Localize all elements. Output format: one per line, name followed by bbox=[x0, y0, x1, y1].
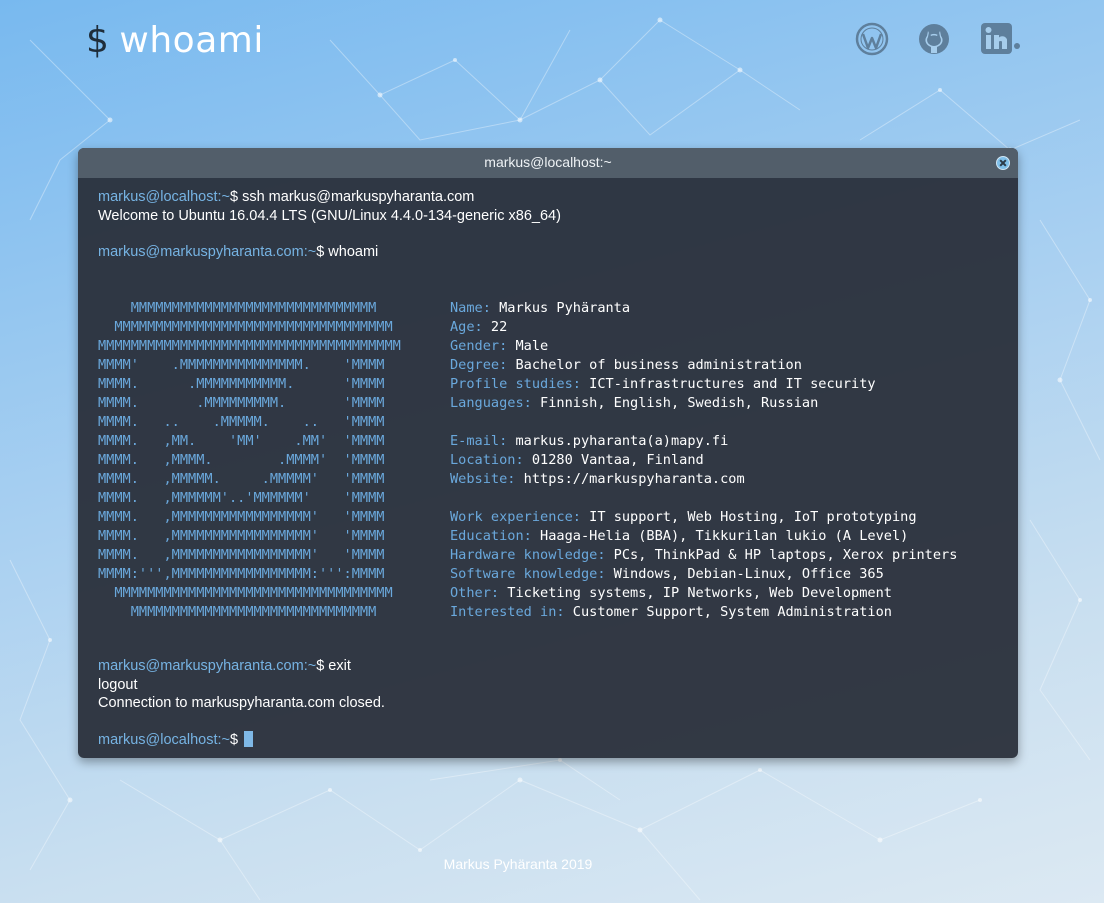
info-value: Markus Pyhäranta bbox=[490, 300, 631, 316]
ascii-art-line: MMMM. ,MMMMM. .MMMMM' 'MMMM bbox=[98, 471, 385, 487]
terminal-input-line[interactable]: markus@localhost:~$ bbox=[98, 731, 254, 748]
info-value: Finnish, English, Swedish, Russian bbox=[531, 395, 819, 411]
logo-text: whoami bbox=[119, 20, 264, 61]
info-row: Website: https://markuspyharanta.com bbox=[450, 471, 745, 487]
info-label: Education: bbox=[450, 528, 532, 544]
prompt-symbol: $ bbox=[229, 732, 239, 748]
info-row: Location: 01280 Vantaa, Finland bbox=[450, 452, 704, 468]
info-value: Bachelor of business administration bbox=[507, 357, 802, 373]
info-row: Other: Ticketing systems, IP Networks, W… bbox=[450, 585, 892, 601]
info-value: Haaga-Helia (BBA), Tikkurilan lukio (A L… bbox=[531, 528, 909, 544]
info-row: Name: Markus Pyhäranta bbox=[450, 300, 630, 316]
info-value: 22 bbox=[482, 319, 508, 335]
info-value: Male bbox=[507, 338, 549, 354]
terminal-line: markus@localhost:~$ ssh markus@markuspyh… bbox=[98, 189, 474, 205]
info-value: Customer Support, System Administration bbox=[564, 604, 892, 620]
terminal-titlebar: markus@localhost:~ bbox=[78, 148, 1018, 178]
ascii-art-line: MMMM. ,MMMMMMMMMMMMMMMMM' 'MMMM bbox=[98, 528, 385, 544]
info-row: Education: Haaga-Helia (BBA), Tikkurilan… bbox=[450, 528, 908, 544]
logo-symbol: $ bbox=[86, 20, 110, 61]
info-label: Software knowledge: bbox=[450, 566, 606, 582]
info-label: Website: bbox=[450, 471, 516, 487]
info-label: Gender: bbox=[450, 338, 508, 354]
info-row: Hardware knowledge: PCs, ThinkPad & HP l… bbox=[450, 547, 957, 563]
info-label: Name: bbox=[450, 300, 491, 316]
terminal-command: whoami bbox=[324, 244, 379, 260]
linkedin-icon[interactable] bbox=[980, 22, 1022, 56]
ascii-art-line: MMMMMMMMMMMMMMMMMMMMMMMMMMMMMMMMMMMMM bbox=[98, 338, 401, 354]
info-row: Degree: Bachelor of business administrat… bbox=[450, 357, 802, 373]
terminal-prompt: markus@markuspyharanta.com:~ bbox=[98, 658, 317, 674]
footer-copyright: Markus Pyhäranta 2019 bbox=[443, 856, 593, 872]
info-label: Languages: bbox=[450, 395, 532, 411]
terminal-output: Connection to markuspyharanta.com closed… bbox=[98, 695, 385, 711]
info-label: Profile studies: bbox=[450, 376, 581, 392]
info-label: Interested in: bbox=[450, 604, 565, 620]
info-row: Software knowledge: Windows, Debian-Linu… bbox=[450, 566, 884, 582]
terminal-prompt: markus@markuspyharanta.com:~ bbox=[98, 244, 317, 260]
info-row: Languages: Finnish, English, Swedish, Ru… bbox=[450, 395, 818, 411]
info-label: Hardware knowledge: bbox=[450, 547, 606, 563]
ascii-art-line: MMMM. .MMMMMMMMMMM. 'MMMM bbox=[98, 376, 385, 392]
close-button[interactable] bbox=[996, 156, 1010, 170]
prompt-symbol: $ bbox=[229, 189, 239, 205]
ascii-art-line: MMMMMMMMMMMMMMMMMMMMMMMMMMMMMM bbox=[98, 604, 377, 620]
ascii-art-line: MMMM. .. .MMMMM. .. 'MMMM bbox=[98, 414, 385, 430]
info-value: markus.pyharanta(a)mapy.fi bbox=[507, 433, 729, 449]
terminal-command bbox=[238, 732, 242, 748]
info-label: E-mail: bbox=[450, 433, 508, 449]
ascii-art-line: MMMM. ,MMMM. .MMMM' 'MMMM bbox=[98, 452, 385, 468]
ascii-art-line: MMMM. ,MM. 'MM' .MM' 'MMMM bbox=[98, 433, 385, 449]
info-row: Gender: Male bbox=[450, 338, 548, 354]
terminal-output: Welcome to Ubuntu 16.04.4 LTS (GNU/Linux… bbox=[98, 208, 561, 224]
info-label: Age: bbox=[450, 319, 483, 335]
terminal-cursor bbox=[244, 731, 254, 747]
ascii-art-line: MMMM. ,MMMMMMMMMMMMMMMMM' 'MMMM bbox=[98, 509, 385, 525]
terminal-window[interactable]: markus@localhost:~ markus@localhost:~$ s… bbox=[78, 148, 1018, 758]
info-value: PCs, ThinkPad & HP laptops, Xerox printe… bbox=[605, 547, 958, 563]
info-row: Work experience: IT support, Web Hosting… bbox=[450, 509, 917, 525]
info-value: Ticketing systems, IP Networks, Web Deve… bbox=[499, 585, 892, 601]
info-row: E-mail: markus.pyharanta(a)mapy.fi bbox=[450, 433, 728, 449]
info-row: Profile studies: ICT-infrastructures and… bbox=[450, 376, 876, 392]
terminal-command: exit bbox=[324, 658, 351, 674]
info-value: ICT-infrastructures and IT security bbox=[580, 376, 876, 392]
terminal-prompt: markus@localhost:~ bbox=[98, 189, 230, 205]
terminal-line: markus@markuspyharanta.com:~$ exit bbox=[98, 658, 351, 674]
site-logo[interactable]: $ whoami bbox=[86, 20, 264, 61]
terminal-command: ssh markus@markuspyharanta.com bbox=[238, 189, 475, 205]
info-label: Location: bbox=[450, 452, 524, 468]
ascii-art-logo: MMMMMMMMMMMMMMMMMMMMMMMMMMMMMM MMMMMMMMM… bbox=[98, 299, 401, 622]
info-label: Other: bbox=[450, 585, 500, 601]
info-label: Work experience: bbox=[450, 509, 581, 525]
ascii-art-line: MMMM:''',MMMMMMMMMMMMMMMMM:''':MMMM bbox=[98, 566, 385, 582]
ascii-art-line: MMMMMMMMMMMMMMMMMMMMMMMMMMMMMMMMMM bbox=[98, 319, 393, 335]
info-value: IT support, Web Hosting, IoT prototyping bbox=[580, 509, 917, 525]
ascii-art-line: MMMM' .MMMMMMMMMMMMMMM. 'MMMM bbox=[98, 357, 385, 373]
terminal-title: markus@localhost:~ bbox=[484, 154, 612, 170]
terminal-prompt: markus@localhost:~ bbox=[98, 732, 230, 748]
ascii-art-line: MMMMMMMMMMMMMMMMMMMMMMMMMMMMMMMMMM bbox=[98, 585, 393, 601]
info-value: Windows, Debian-Linux, Office 365 bbox=[605, 566, 884, 582]
ascii-art-line: MMMM. .MMMMMMMMM. 'MMMM bbox=[98, 395, 385, 411]
terminal-output: logout bbox=[98, 677, 138, 693]
ascii-art-line: MMMMMMMMMMMMMMMMMMMMMMMMMMMMMM bbox=[98, 300, 377, 316]
ascii-art-line: MMMM. ,MMMMMM'..'MMMMMM' 'MMMM bbox=[98, 490, 385, 506]
info-row: Interested in: Customer Support, System … bbox=[450, 604, 892, 620]
info-row: Age: 22 bbox=[450, 319, 507, 335]
ascii-art-line: MMMM. ,MMMMMMMMMMMMMMMMM' 'MMMM bbox=[98, 547, 385, 563]
info-value: 01280 Vantaa, Finland bbox=[523, 452, 704, 468]
terminal-line: markus@markuspyharanta.com:~$ whoami bbox=[98, 244, 378, 260]
github-icon[interactable] bbox=[917, 22, 951, 56]
info-label: Degree: bbox=[450, 357, 508, 373]
wordpress-icon[interactable] bbox=[855, 22, 889, 56]
info-value: https://markuspyharanta.com bbox=[515, 471, 745, 487]
profile-info: Name: Markus Pyhäranta Age: 22 Gender: M… bbox=[450, 299, 957, 622]
